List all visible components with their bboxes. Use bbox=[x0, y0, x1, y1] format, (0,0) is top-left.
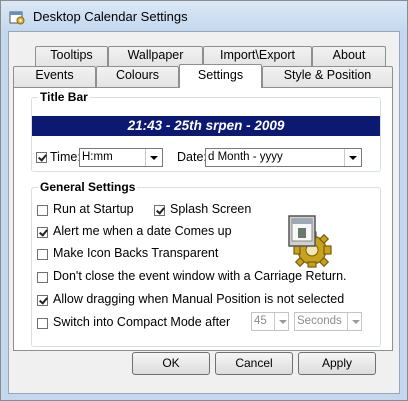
time-format-select[interactable]: H:mm bbox=[79, 148, 163, 167]
time-format-value: H:mm bbox=[82, 151, 113, 163]
date-format-select[interactable]: d Month - yyyy bbox=[205, 148, 362, 167]
icon-backs-transparent-checkbox[interactable] bbox=[37, 249, 48, 260]
apply-button[interactable]: Apply bbox=[298, 352, 376, 375]
general-settings-legend: General Settings bbox=[38, 180, 138, 194]
title-bar-group: Title Bar 21:43 - 25th srpen - 2009 Time… bbox=[31, 90, 381, 172]
title-bar-preview: 21:43 - 25th srpen - 2009 bbox=[32, 116, 380, 136]
icon-backs-transparent-label[interactable]: Make Icon Backs Transparent bbox=[53, 246, 218, 260]
tab-events[interactable]: Events bbox=[13, 66, 96, 87]
gear-calendar-icon bbox=[288, 215, 332, 268]
calendar-gear-icon bbox=[9, 11, 25, 25]
tab-wallpaper[interactable]: Wallpaper bbox=[108, 46, 203, 66]
splash-screen-checkbox[interactable] bbox=[154, 205, 165, 216]
date-format-value: d Month - yyyy bbox=[208, 151, 283, 163]
dialog-client: Tooltips Wallpaper Import\Export About E… bbox=[8, 31, 400, 394]
compact-delay-select[interactable]: 45 bbox=[251, 312, 289, 331]
ok-button[interactable]: OK bbox=[132, 352, 210, 375]
splash-screen-label[interactable]: Splash Screen bbox=[170, 202, 251, 216]
settings-window: Desktop Calendar Settings Tooltips Wallp… bbox=[0, 0, 408, 401]
allow-dragging-label[interactable]: Allow dragging when Manual Position is n… bbox=[53, 292, 344, 306]
compact-mode-label[interactable]: Switch into Compact Mode after bbox=[53, 315, 230, 329]
chevron-down-icon[interactable] bbox=[274, 313, 288, 330]
tab-style-position[interactable]: Style & Position bbox=[262, 66, 393, 87]
alert-date-checkbox[interactable] bbox=[37, 227, 48, 238]
compact-delay-value: 45 bbox=[254, 315, 267, 327]
title-bar[interactable]: Desktop Calendar Settings bbox=[1, 1, 407, 31]
compact-mode-checkbox[interactable] bbox=[37, 318, 48, 329]
settings-panel: Title Bar 21:43 - 25th srpen - 2009 Time… bbox=[13, 87, 393, 351]
compact-unit-select[interactable]: Seconds bbox=[294, 312, 362, 331]
tab-colours[interactable]: Colours bbox=[96, 66, 179, 87]
chevron-down-icon[interactable] bbox=[145, 149, 162, 166]
cancel-button[interactable]: Cancel bbox=[215, 352, 293, 375]
tab-settings[interactable]: Settings bbox=[179, 64, 262, 88]
tab-tooltips[interactable]: Tooltips bbox=[35, 46, 108, 66]
carriage-return-label[interactable]: Don't close the event window with a Carr… bbox=[53, 269, 347, 283]
tab-about[interactable]: About bbox=[312, 46, 386, 66]
run-at-startup-checkbox[interactable] bbox=[37, 205, 48, 216]
general-settings-group: General Settings Run at Startup Splash S… bbox=[31, 180, 381, 347]
carriage-return-checkbox[interactable] bbox=[37, 272, 48, 283]
time-label: Time: bbox=[50, 150, 81, 164]
date-label: Date: bbox=[177, 150, 207, 164]
window-title: Desktop Calendar Settings bbox=[33, 9, 188, 24]
allow-dragging-checkbox[interactable] bbox=[37, 295, 48, 306]
run-at-startup-label[interactable]: Run at Startup bbox=[53, 202, 134, 216]
chevron-down-icon[interactable] bbox=[344, 149, 361, 166]
compact-unit-value: Seconds bbox=[297, 315, 342, 327]
chevron-down-icon[interactable] bbox=[347, 313, 361, 330]
tab-import-export[interactable]: Import\Export bbox=[203, 46, 312, 66]
time-checkbox[interactable] bbox=[36, 152, 47, 163]
title-bar-legend: Title Bar bbox=[38, 90, 90, 104]
alert-date-label[interactable]: Alert me when a date Comes up bbox=[53, 224, 232, 238]
